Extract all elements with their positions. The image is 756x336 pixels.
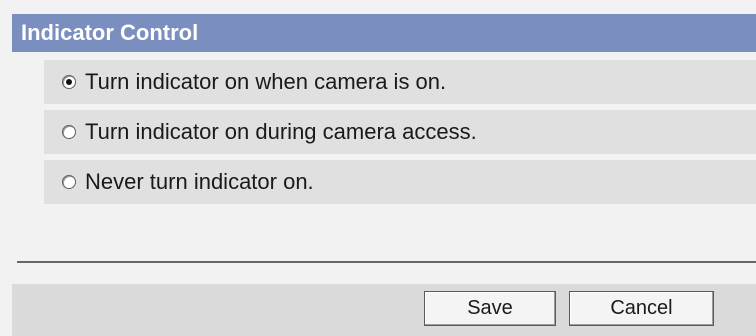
radio-camera-access[interactable]: [62, 125, 76, 139]
radio-never-on[interactable]: [62, 175, 76, 189]
save-button[interactable]: Save: [424, 291, 556, 326]
panel-title: Indicator Control: [21, 20, 199, 45]
option-label-camera-on: Turn indicator on when camera is on.: [85, 69, 447, 94]
cancel-button[interactable]: Cancel: [569, 291, 714, 326]
option-camera-on[interactable]: Turn indicator on when camera is on.: [44, 60, 756, 104]
option-never-on[interactable]: Never turn indicator on.: [44, 160, 756, 204]
indicator-control-header: Indicator Control: [12, 14, 756, 52]
option-label-never-on: Never turn indicator on.: [85, 169, 314, 194]
radio-camera-on[interactable]: [62, 75, 76, 89]
divider: [17, 261, 756, 263]
option-label-camera-access: Turn indicator on during camera access.: [85, 119, 477, 144]
option-camera-access[interactable]: Turn indicator on during camera access.: [44, 110, 756, 154]
